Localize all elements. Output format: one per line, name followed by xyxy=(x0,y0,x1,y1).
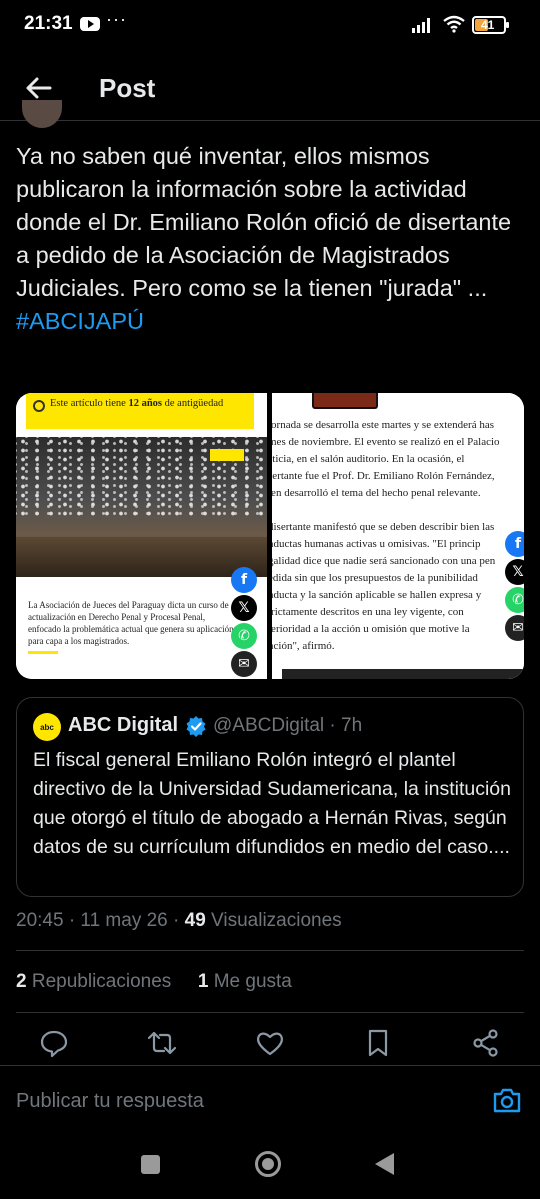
more-notifications-icon: ··· xyxy=(106,9,127,29)
reposts-stat[interactable]: 2 Republicaciones xyxy=(16,971,171,992)
youtube-icon xyxy=(80,17,100,31)
camera-icon[interactable] xyxy=(492,1086,522,1114)
quoted-author-name[interactable]: ABC Digital xyxy=(68,714,178,737)
divider xyxy=(16,950,524,951)
reply-icon[interactable] xyxy=(39,1028,69,1058)
facebook-icon: f xyxy=(505,531,524,557)
like-icon[interactable] xyxy=(255,1028,285,1058)
post-stats: 2 Republicaciones 1 Me gusta xyxy=(16,971,292,993)
battery-level: 41 xyxy=(481,18,495,32)
author-avatar[interactable] xyxy=(22,100,62,128)
dark-footer-bar xyxy=(282,669,524,679)
signal-icon xyxy=(412,18,430,33)
whatsapp-icon: ✆ xyxy=(231,623,257,649)
back-icon[interactable] xyxy=(375,1153,394,1175)
post-body: Ya no saben qué inventar, ellos mismos p… xyxy=(16,143,512,301)
post-media[interactable]: Este artículo tiene 12 años de antigüeda… xyxy=(16,393,524,679)
x-icon: 𝕏 xyxy=(505,559,524,585)
x-icon: 𝕏 xyxy=(231,595,257,621)
verified-badge-icon xyxy=(186,716,206,737)
recents-icon[interactable] xyxy=(141,1155,160,1174)
views-label: Visualizaciones xyxy=(205,910,342,931)
abc-avatar[interactable]: abc xyxy=(33,713,61,741)
reply-input[interactable]: Publicar tu respuesta xyxy=(16,1090,204,1113)
status-time: 21:31 xyxy=(24,13,73,34)
repost-icon[interactable] xyxy=(147,1028,177,1058)
likes-stat[interactable]: 1 Me gusta xyxy=(198,971,292,992)
post-actions xyxy=(0,1028,540,1062)
media-image-right[interactable]: jornada se desarrolla este martes y se e… xyxy=(272,393,524,679)
home-icon[interactable] xyxy=(255,1151,281,1177)
mail-icon: ✉ xyxy=(505,615,524,641)
red-header-bar xyxy=(312,393,378,409)
post-meta: 20:45 · 11 may 26 · 49 Visualizaciones xyxy=(16,910,342,932)
bookmark-icon[interactable] xyxy=(363,1028,393,1058)
post-timestamp: 20:45 · 11 may 26 · xyxy=(16,910,185,931)
share-buttons-right: f 𝕏 ✆ ✉ xyxy=(505,531,524,643)
share-buttons-left: f 𝕏 ✆ ✉ xyxy=(231,567,257,679)
page-title: Post xyxy=(99,73,156,103)
caption-divider xyxy=(28,651,58,654)
share-icon[interactable] xyxy=(471,1028,501,1058)
facebook-icon: f xyxy=(231,567,257,593)
wifi-icon xyxy=(443,15,465,33)
article-text: jornada se desarrolla este martes y se e… xyxy=(272,419,500,652)
post-text: Ya no saben qué inventar, ellos mismos p… xyxy=(16,140,526,338)
hashtag-link[interactable]: #ABCIJAPÚ xyxy=(16,308,144,334)
clock-icon xyxy=(33,400,45,412)
battery-icon: 41 xyxy=(472,16,509,34)
article-age-banner: Este artículo tiene 12 años de antigüeda… xyxy=(26,393,254,429)
views-count: 49 xyxy=(184,910,206,931)
top-app-bar: Post xyxy=(0,55,540,121)
auditorium-photo xyxy=(16,437,267,577)
media-image-left[interactable]: Este artículo tiene 12 años de antigüeda… xyxy=(16,393,267,679)
quoted-author-handle: @ABCDigital · 7h xyxy=(213,715,363,736)
quoted-post-text: El fiscal general Emiliano Rolón integró… xyxy=(33,749,511,858)
divider xyxy=(16,1012,524,1013)
reply-composer[interactable]: Publicar tu respuesta xyxy=(0,1065,540,1131)
system-navigation-bar xyxy=(0,1131,540,1199)
photo-caption: La Asociación de Jueces del Paraguay dic… xyxy=(28,600,236,646)
quoted-post[interactable]: abc ABC Digital @ABCDigital · 7h El fisc… xyxy=(16,697,524,897)
mail-icon: ✉ xyxy=(231,651,257,677)
status-bar: 21:31 ··· 41 xyxy=(0,0,540,50)
whatsapp-icon: ✆ xyxy=(505,587,524,613)
